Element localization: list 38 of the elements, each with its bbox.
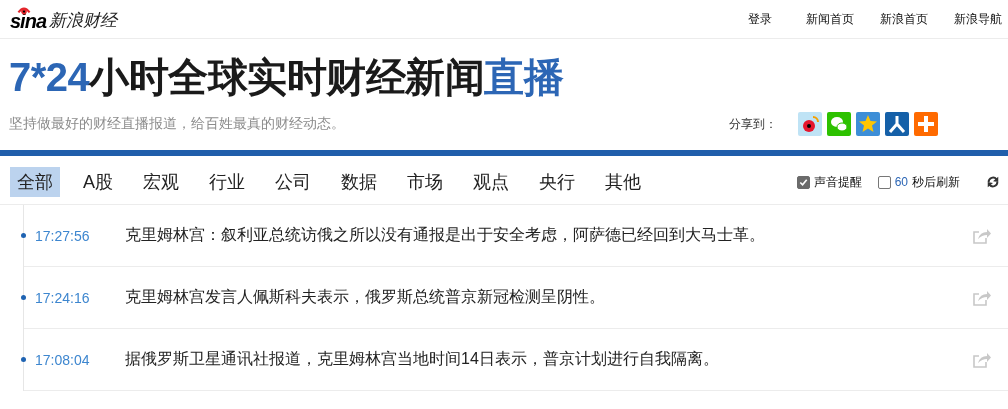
category-tab[interactable]: 观点 <box>466 167 516 197</box>
timeline-dot <box>21 295 26 300</box>
subtitle: 坚持做最好的财经直播报道，给百姓最真的财经动态。 <box>9 115 345 133</box>
chat-bubbles-icon[interactable] <box>827 112 851 136</box>
plus-icon[interactable] <box>914 112 938 136</box>
category-tab[interactable]: 数据 <box>334 167 384 197</box>
site-name[interactable]: 新浪财经 <box>49 10 118 32</box>
option-label: 秒后刷新 <box>912 173 960 191</box>
news-time: 17:24:16 <box>35 289 91 306</box>
category-tab[interactable]: 宏观 <box>136 167 186 197</box>
category-tab[interactable]: 央行 <box>532 167 582 197</box>
category-tab[interactable]: 公司 <box>268 167 318 197</box>
logo-text[interactable]: sina <box>10 10 47 32</box>
category-tab[interactable]: 其他 <box>598 167 648 197</box>
refresh-icon[interactable] <box>986 175 1000 189</box>
nav-link[interactable]: 新浪导航 <box>954 10 1002 28</box>
nav-link[interactable]: 新闻首页 <box>806 10 854 28</box>
checkbox[interactable] <box>796 175 810 189</box>
category-tab[interactable]: A股 <box>76 167 120 197</box>
category-tab[interactable]: 全部 <box>10 167 60 197</box>
news-time: 17:27:56 <box>35 227 91 244</box>
share-label: 分享到： <box>729 115 777 133</box>
nav-link[interactable]: 登录 <box>748 10 772 28</box>
category-tab[interactable]: 行业 <box>202 167 252 197</box>
person-icon[interactable] <box>885 112 909 136</box>
category-tab[interactable]: 市场 <box>400 167 450 197</box>
news-text: 克里姆林宫：叙利亚总统访俄之所以没有通报是出于安全考虑，阿萨德已经回到大马士革。 <box>125 225 766 245</box>
timeline-dot <box>21 233 26 238</box>
countdown: 60 <box>894 175 908 189</box>
option-label: 声音提醒 <box>813 173 862 191</box>
timeline-dot <box>21 357 26 362</box>
weibo-icon[interactable] <box>798 112 822 136</box>
page-title: 7*24小时全球实时财经新闻直播 <box>9 54 565 101</box>
news-time: 17:08:04 <box>35 351 91 368</box>
news-text: 克里姆林宫发言人佩斯科夫表示，俄罗斯总统普京新冠检测呈阴性。 <box>125 287 606 307</box>
checkbox[interactable] <box>877 175 891 189</box>
news-text: 据俄罗斯卫星通讯社报道，克里姆林宫当地时间14日表示，普京计划进行自我隔离。 <box>125 349 720 369</box>
nav-link[interactable]: 新浪首页 <box>880 10 928 28</box>
